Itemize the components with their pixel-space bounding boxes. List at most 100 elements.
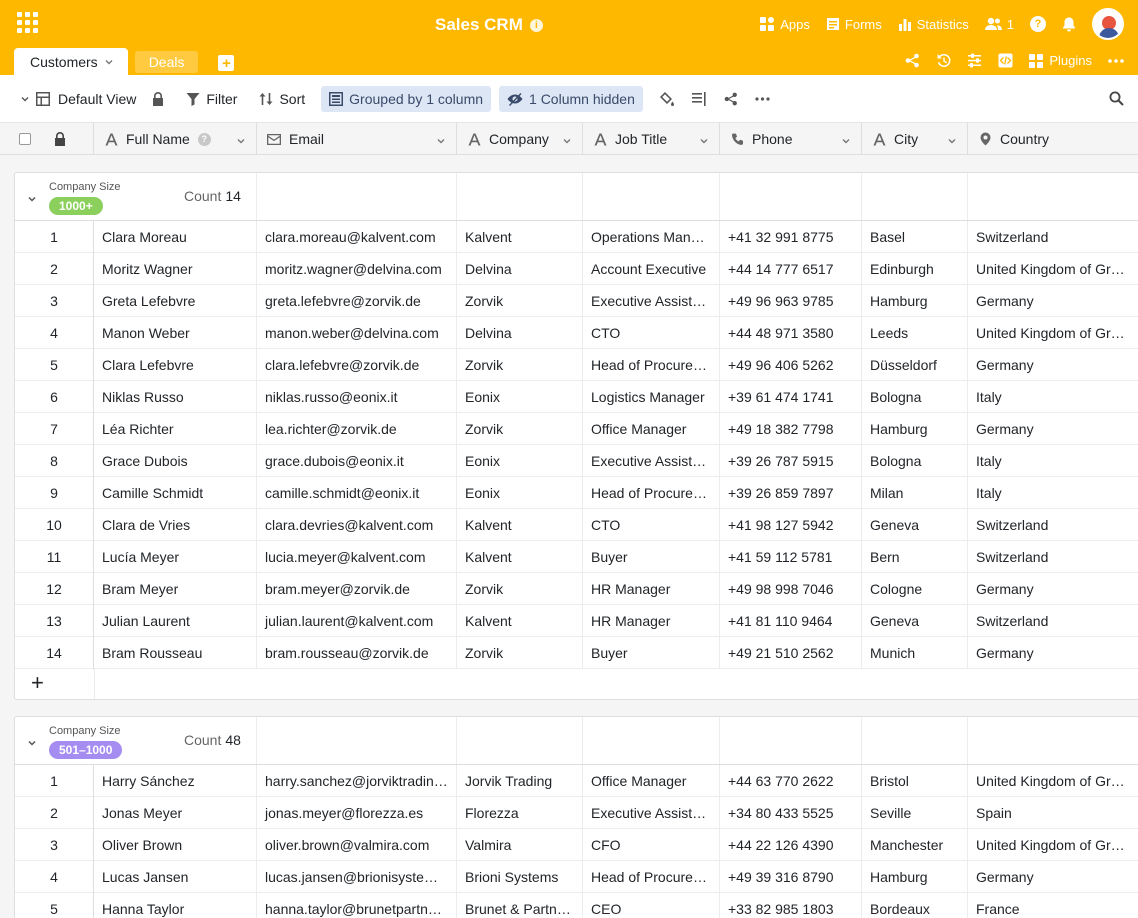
table-row[interactable]: 2 Jonas Meyer jonas.meyer@florezza.es Flore… bbox=[15, 797, 1138, 829]
job-title-cell[interactable]: Buyer bbox=[583, 541, 720, 573]
job-title-cell[interactable]: Head of Procurement bbox=[583, 477, 720, 509]
row-index-cell[interactable]: 3 bbox=[15, 829, 94, 861]
full-name-cell[interactable]: Julian Laurent bbox=[94, 605, 257, 637]
city-cell[interactable]: Basel bbox=[862, 221, 968, 253]
phone-cell[interactable]: +49 98 998 7046 bbox=[720, 573, 862, 605]
settings-sliders-icon[interactable] bbox=[967, 53, 982, 68]
city-cell[interactable]: Cologne bbox=[862, 573, 968, 605]
full-name-cell[interactable]: Léa Richter bbox=[94, 413, 257, 445]
city-cell[interactable]: Milan bbox=[862, 477, 968, 509]
full-name-cell[interactable]: Grace Dubois bbox=[94, 445, 257, 477]
phone-cell[interactable]: +49 96 406 5262 bbox=[720, 349, 862, 381]
full-name-cell[interactable]: Clara Moreau bbox=[94, 221, 257, 253]
group-by-button[interactable]: Grouped by 1 column bbox=[321, 85, 492, 112]
phone-cell[interactable]: +44 14 777 6517 bbox=[720, 253, 862, 285]
country-cell[interactable]: Italy bbox=[968, 477, 1138, 509]
company-cell[interactable]: Kalvent bbox=[457, 605, 583, 637]
share-icon[interactable] bbox=[905, 53, 920, 68]
table-row[interactable]: 10 Clara de Vries clara.devries@kalvent.co… bbox=[15, 509, 1138, 541]
email-cell[interactable]: camille.schmidt@eonix.it bbox=[257, 477, 457, 509]
city-cell[interactable]: Manchester bbox=[862, 829, 968, 861]
chevron-down-icon[interactable] bbox=[104, 57, 114, 67]
country-cell[interactable]: Germany bbox=[968, 413, 1138, 445]
column-phone[interactable]: Phone bbox=[720, 123, 862, 155]
row-index-cell[interactable]: 2 bbox=[15, 797, 94, 829]
phone-cell[interactable]: +44 63 770 2622 bbox=[720, 765, 862, 797]
row-height-button[interactable] bbox=[683, 91, 715, 106]
phone-cell[interactable]: +49 21 510 2562 bbox=[720, 637, 862, 669]
table-row[interactable]: 2 Moritz Wagner moritz.wagner@delvina.com D… bbox=[15, 253, 1138, 285]
country-cell[interactable]: Germany bbox=[968, 573, 1138, 605]
country-cell[interactable]: Italy bbox=[968, 445, 1138, 477]
job-title-cell[interactable]: CFO bbox=[583, 829, 720, 861]
city-cell[interactable]: Leeds bbox=[862, 317, 968, 349]
row-index-cell[interactable]: 4 bbox=[15, 317, 94, 349]
phone-cell[interactable]: +44 22 126 4390 bbox=[720, 829, 862, 861]
email-cell[interactable]: harry.sanchez@jorviktrading.co.uk bbox=[257, 765, 457, 797]
city-cell[interactable]: Düsseldorf bbox=[862, 349, 968, 381]
country-cell[interactable]: Germany bbox=[968, 861, 1138, 893]
email-cell[interactable]: manon.weber@delvina.com bbox=[257, 317, 457, 349]
full-name-cell[interactable]: Greta Lefebvre bbox=[94, 285, 257, 317]
row-index-cell[interactable]: 9 bbox=[15, 477, 94, 509]
email-cell[interactable]: grace.dubois@eonix.it bbox=[257, 445, 457, 477]
phone-cell[interactable]: +34 80 433 5525 bbox=[720, 797, 862, 829]
email-cell[interactable]: clara.moreau@kalvent.com bbox=[257, 221, 457, 253]
lock-icon[interactable] bbox=[54, 132, 66, 146]
job-title-cell[interactable]: Logistics Manager bbox=[583, 381, 720, 413]
full-name-cell[interactable]: Camille Schmidt bbox=[94, 477, 257, 509]
table-row[interactable]: 12 Bram Meyer bram.meyer@zorvik.de Zorvik HR… bbox=[15, 573, 1138, 605]
table-row[interactable]: 5 Hanna Taylor hanna.taylor@brunetpartners… bbox=[15, 893, 1138, 918]
job-title-cell[interactable]: CEO bbox=[583, 893, 720, 918]
country-cell[interactable]: Switzerland bbox=[968, 221, 1138, 253]
more-options-icon[interactable] bbox=[1108, 58, 1124, 63]
email-cell[interactable]: lea.richter@zorvik.de bbox=[257, 413, 457, 445]
collapse-group-icon[interactable] bbox=[27, 191, 37, 207]
row-color-button[interactable] bbox=[651, 91, 683, 107]
filter-button[interactable]: Filter bbox=[180, 86, 243, 112]
plugins-button[interactable]: Plugins bbox=[1029, 53, 1092, 68]
table-row[interactable]: 5 Clara Lefebvre clara.lefebvre@zorvik.de Z… bbox=[15, 349, 1138, 381]
country-cell[interactable]: Switzerland bbox=[968, 605, 1138, 637]
full-name-cell[interactable]: Clara de Vries bbox=[94, 509, 257, 541]
company-cell[interactable]: Jorvik Trading bbox=[457, 765, 583, 797]
full-name-cell[interactable]: Niklas Russo bbox=[94, 381, 257, 413]
city-cell[interactable]: Bern bbox=[862, 541, 968, 573]
email-cell[interactable]: moritz.wagner@delvina.com bbox=[257, 253, 457, 285]
email-cell[interactable]: oliver.brown@valmira.com bbox=[257, 829, 457, 861]
chevron-down-icon[interactable] bbox=[562, 136, 572, 146]
job-title-cell[interactable]: Buyer bbox=[583, 637, 720, 669]
table-row[interactable]: 4 Manon Weber manon.weber@delvina.com Delvi… bbox=[15, 317, 1138, 349]
table-row[interactable]: 7 Léa Richter lea.richter@zorvik.de Zorvik O… bbox=[15, 413, 1138, 445]
email-cell[interactable]: lucas.jansen@brionisystems.de bbox=[257, 861, 457, 893]
full-name-cell[interactable]: Clara Lefebvre bbox=[94, 349, 257, 381]
city-cell[interactable]: Edinburgh bbox=[862, 253, 968, 285]
full-name-cell[interactable]: Lucas Jansen bbox=[94, 861, 257, 893]
app-launcher-icon[interactable] bbox=[17, 12, 38, 33]
column-company[interactable]: Company bbox=[457, 123, 583, 155]
chevron-down-icon[interactable] bbox=[699, 136, 709, 146]
phone-cell[interactable]: +39 61 474 1741 bbox=[720, 381, 862, 413]
base-title[interactable]: Sales CRM i bbox=[435, 15, 543, 35]
city-cell[interactable]: Geneva bbox=[862, 509, 968, 541]
company-cell[interactable]: Zorvik bbox=[457, 637, 583, 669]
row-index-cell[interactable]: 11 bbox=[15, 541, 94, 573]
table-row[interactable]: 14 Bram Rousseau bram.rousseau@zorvik.de Zo… bbox=[15, 637, 1138, 669]
full-name-cell[interactable]: Jonas Meyer bbox=[94, 797, 257, 829]
column-country[interactable]: Country bbox=[968, 123, 1138, 155]
apps-link[interactable]: Apps bbox=[760, 16, 810, 32]
column-email[interactable]: Email bbox=[257, 123, 457, 155]
row-index-cell[interactable]: 4 bbox=[15, 861, 94, 893]
phone-cell[interactable]: +41 81 110 9464 bbox=[720, 605, 862, 637]
job-title-cell[interactable]: Operations Manager bbox=[583, 221, 720, 253]
full-name-cell[interactable]: Hanna Taylor bbox=[94, 893, 257, 918]
chevron-down-icon[interactable] bbox=[841, 136, 851, 146]
company-cell[interactable]: Zorvik bbox=[457, 413, 583, 445]
job-title-cell[interactable]: Account Executive bbox=[583, 253, 720, 285]
company-cell[interactable]: Kalvent bbox=[457, 221, 583, 253]
email-cell[interactable]: lucia.meyer@kalvent.com bbox=[257, 541, 457, 573]
history-icon[interactable] bbox=[936, 53, 951, 68]
company-cell[interactable]: Eonix bbox=[457, 381, 583, 413]
code-icon[interactable] bbox=[998, 53, 1013, 68]
user-avatar[interactable] bbox=[1092, 8, 1124, 40]
